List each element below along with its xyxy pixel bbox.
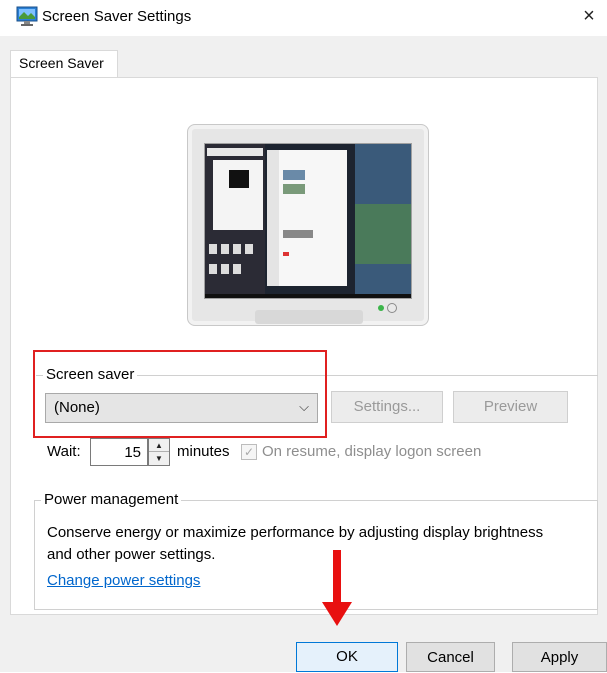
settings-button[interactable]: Settings... [331,391,443,423]
power-led-icon [378,305,384,311]
tab-screen-saver[interactable]: Screen Saver [10,50,118,78]
preview-button[interactable]: Preview [453,391,568,423]
wait-spinner: ▲ ▼ [148,438,170,466]
apply-button[interactable]: Apply [512,642,607,672]
red-arrow-shaft [333,550,341,604]
power-management-description: Conserve energy or maximize performance … [47,524,544,563]
spin-up-icon[interactable]: ▲ [149,439,169,452]
screen-saver-selected: (None) [54,399,100,416]
red-arrow-icon [322,602,352,626]
preview-screen [204,143,412,299]
minutes-label: minutes [177,443,230,460]
ok-button[interactable]: OK [296,642,398,672]
wait-label: Wait: [47,443,81,460]
resume-logon-label: On resume, display logon screen [262,443,482,460]
window-title: Screen Saver Settings [42,8,192,25]
spin-down-icon[interactable]: ▼ [149,452,169,465]
close-icon[interactable]: × [578,6,600,28]
wait-minutes-input[interactable]: 15 [90,438,148,466]
cancel-button[interactable]: Cancel [406,642,495,672]
chevron-down-icon: ⌵ [299,399,309,414]
screen-saver-dropdown[interactable]: (None) ⌵ [45,393,318,423]
change-power-settings-link[interactable]: Change power settings [47,572,200,589]
power-management-label: Power management [41,491,182,508]
power-button-icon [387,303,397,313]
monitor-stand [255,310,363,324]
screen-saver-settings-icon [16,6,38,26]
resume-logon-checkbox[interactable]: ✓ [241,444,257,460]
